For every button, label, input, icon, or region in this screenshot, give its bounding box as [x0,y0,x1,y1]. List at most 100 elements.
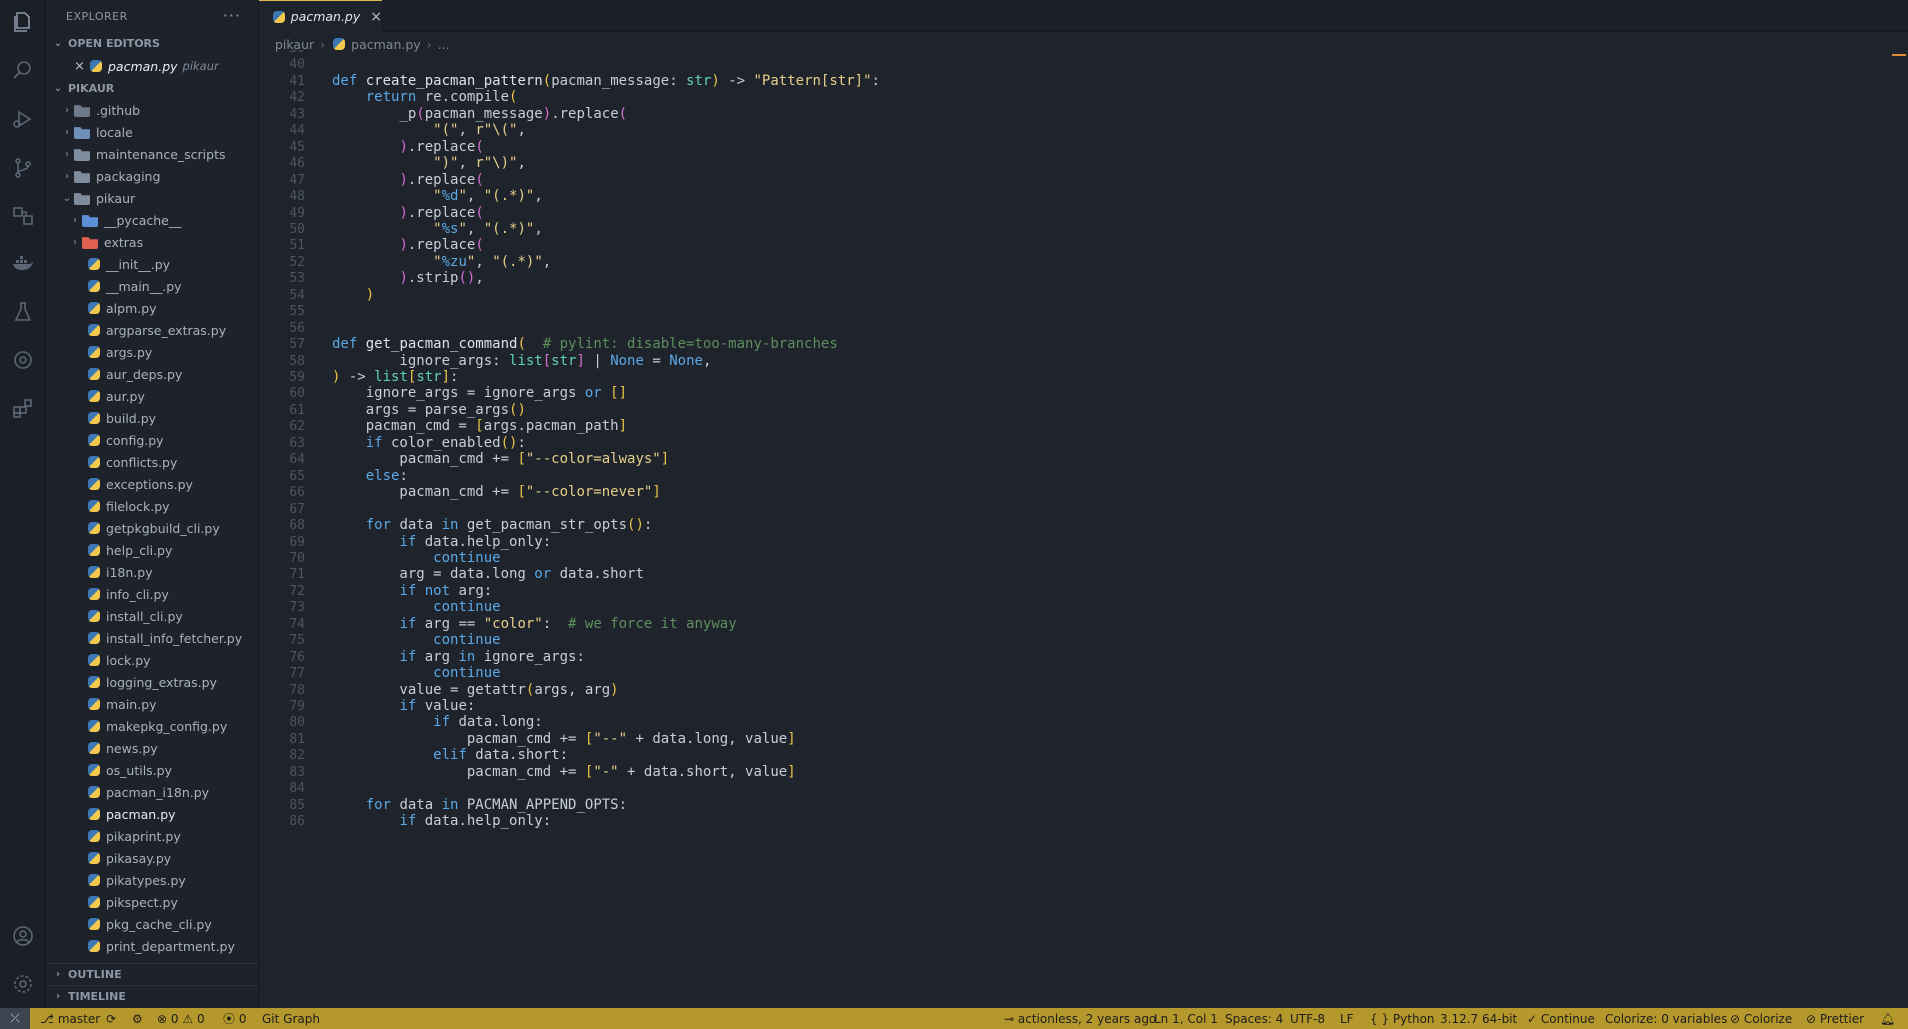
more-actions-icon[interactable]: ··· [223,6,241,25]
tree-file[interactable]: pkg_cache_cli.py [46,913,258,935]
code-line[interactable]: ).replace( [332,237,483,253]
code-line[interactable]: _p(pacman_message).replace( [332,106,627,122]
tree-file[interactable]: args.py [46,341,258,363]
code-line[interactable]: ).replace( [332,205,483,221]
code-line[interactable]: return re.compile( [332,89,518,105]
problems-indicator[interactable]: ⊗ 0 ⚠ 0 [157,1008,205,1029]
tree-file[interactable]: __init__.py [46,253,258,275]
tree-file[interactable]: pikspect.py [46,891,258,913]
code-line[interactable]: ).strip(), [332,270,483,286]
code-line[interactable]: ) -> list[str]: [332,369,458,385]
tree-file[interactable]: os_utils.py [46,759,258,781]
code-line[interactable]: if data.help_only: [332,813,551,829]
tree-file[interactable]: aur_deps.py [46,363,258,385]
code-line[interactable]: for data in get_pacman_str_opts(): [332,517,653,533]
open-editors-section[interactable]: ⌄ OPEN EDITORS [46,32,258,54]
code-line[interactable]: "%zu", "(.*)", [332,254,551,270]
close-icon[interactable]: × [370,9,382,25]
copilot-icon[interactable] [0,338,46,382]
tree-file[interactable]: main.py [46,693,258,715]
tree-file[interactable]: conflicts.py [46,451,258,473]
tree-file[interactable]: filelock.py [46,495,258,517]
code-line[interactable]: "(", r"\(", [332,122,526,138]
outline-section[interactable]: › OUTLINE [46,963,258,985]
tree-file[interactable]: makepkg_config.py [46,715,258,737]
tree-folder-open[interactable]: ⌄ pikaur [46,187,258,209]
code-line[interactable]: continue [332,599,500,615]
testing-icon[interactable] [0,290,46,334]
notifications-bell-icon[interactable]: 🔔︎ [1880,1008,1895,1029]
search-icon[interactable] [0,48,46,92]
tree-file[interactable]: pacman.py [46,803,258,825]
tree-file[interactable]: pacman_i18n.py [46,781,258,803]
remote-indicator-icon[interactable]: ⤫ [0,1008,30,1029]
code-line[interactable]: elif data.short: [332,747,568,763]
code-line[interactable]: ).replace( [332,139,483,155]
language-mode[interactable]: { } Python [1370,1008,1435,1029]
code-line[interactable]: if value: [332,698,475,714]
code-line[interactable]: pacman_cmd += ["--color=always"] [332,451,669,467]
copilot-status-icon[interactable]: ⚙ [132,1008,143,1029]
account-icon[interactable] [0,914,46,958]
settings-icon[interactable] [0,962,46,1006]
branch-indicator[interactable]: ⎇ master ⟳ [40,1008,116,1029]
tree-folder[interactable]: › .github [46,99,258,121]
project-section[interactable]: ⌄ PIKAUR [46,77,258,99]
code-line[interactable]: pacman_cmd += ["--" + data.long, value] [332,731,796,747]
code-line[interactable]: if not arg: [332,583,492,599]
close-icon[interactable]: × [74,59,88,74]
indentation[interactable]: Spaces: 4 [1225,1008,1283,1029]
tree-file[interactable]: info_cli.py [46,583,258,605]
encoding[interactable]: UTF-8 [1290,1008,1325,1029]
tree-file[interactable]: pikasay.py [46,847,258,869]
code-line[interactable]: ignore_args: list[str] | None = None, [332,353,711,369]
run-debug-icon[interactable] [0,97,46,141]
timeline-section[interactable]: › TIMELINE [46,985,258,1007]
tree-file[interactable]: aur.py [46,385,258,407]
code-line[interactable]: if data.long: [332,714,543,730]
code-line[interactable]: ).replace( [332,172,483,188]
tree-file[interactable]: alpm.py [46,297,258,319]
code-line[interactable]: ")", r"\)", [332,155,526,171]
remote-explorer-icon[interactable] [0,194,46,238]
code-line[interactable]: continue [332,632,500,648]
code-line[interactable]: pacman_cmd = [args.pacman_path] [332,418,627,434]
code-line[interactable]: ignore_args = ignore_args or [] [332,385,627,401]
code-line[interactable]: def create_pacman_pattern(pacman_message… [332,73,880,89]
code-line[interactable]: for data in PACMAN_APPEND_OPTS: [332,797,627,813]
tree-file[interactable]: exceptions.py [46,473,258,495]
code-line[interactable]: continue [332,550,500,566]
tree-folder[interactable]: › packaging [46,165,258,187]
code-line[interactable]: "%s", "(.*)", [332,221,543,237]
code-line[interactable]: pacman_cmd += ["--color=never"] [332,484,660,500]
tree-folder[interactable]: › extras [46,231,258,253]
code-line[interactable]: arg = data.long or data.short [332,566,643,582]
colorize-button[interactable]: ⊘ Colorize [1730,1008,1792,1029]
tree-folder[interactable]: › locale [46,121,258,143]
open-editor-item[interactable]: × pacman.py pikaur [46,55,258,77]
code-line[interactable]: def get_pacman_command( # pylint: disabl… [332,336,838,352]
tree-file[interactable]: news.py [46,737,258,759]
extensions-icon[interactable] [0,386,46,430]
code-line[interactable]: pacman_cmd += ["-" + data.short, value] [332,764,796,780]
code-line[interactable]: continue [332,665,500,681]
code-line[interactable]: if data.help_only: [332,534,551,550]
tree-file[interactable]: help_cli.py [46,539,258,561]
tree-folder[interactable]: › __pycache__ [46,209,258,231]
code-line[interactable]: if arg == "color": # we force it anyway [332,616,736,632]
python-interpreter[interactable]: 3.12.7 64-bit [1440,1008,1517,1029]
colorize-variables[interactable]: Colorize: 0 variables [1605,1008,1727,1029]
tree-file[interactable]: i18n.py [46,561,258,583]
tree-file[interactable]: argparse_extras.py [46,319,258,341]
blame-indicator[interactable]: ⊸ actionless, 2 years ago [1004,1008,1156,1029]
explorer-icon[interactable] [0,0,46,44]
docker-icon[interactable] [0,242,46,286]
tree-file[interactable]: config.py [46,429,258,451]
code-editor[interactable]: 394041 def create_pacman_pattern(pacman_m… [259,50,1908,1008]
tree-file[interactable]: __main__.py [46,275,258,297]
tab-pacman-py[interactable]: pacman.py × [259,0,382,32]
code-line[interactable]: "%d", "(.*)", [332,188,543,204]
code-line[interactable]: ) [332,287,374,303]
tree-folder[interactable]: › maintenance_scripts [46,143,258,165]
code-line[interactable]: if arg in ignore_args: [332,649,584,665]
